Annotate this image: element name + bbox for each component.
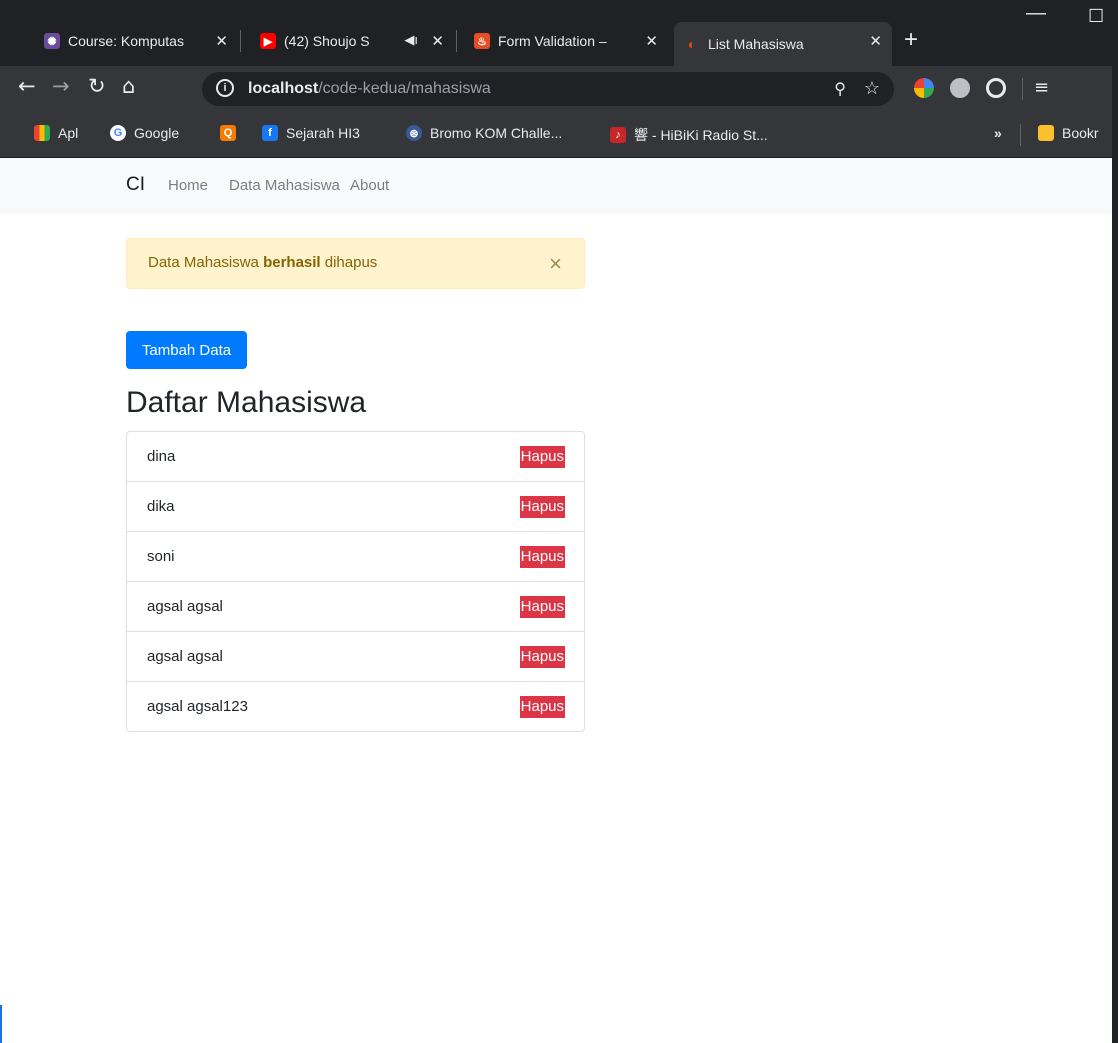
bookmark-hibiki[interactable]: ♪ 響 - HiBiKi Radio St... — [610, 125, 768, 145]
tab-strip: ✺ Course: Komputas ✕ ▶ (42) Shoujo S ◀ı … — [0, 0, 1118, 66]
extension-icon[interactable] — [914, 78, 934, 98]
page-title: Daftar Mahasiswa — [126, 386, 367, 419]
add-data-button[interactable]: Tambah Data — [126, 331, 247, 369]
tab-separator — [240, 30, 241, 52]
toolbar-separator — [1022, 78, 1023, 100]
url-path: /code-kedua/mahasiswa — [318, 80, 491, 97]
zoom-icon[interactable]: ⚲ — [834, 79, 846, 99]
tab-title: List Mahasiswa — [708, 36, 804, 52]
alert-text: dihapus — [320, 254, 378, 271]
site-navbar: CI Home Data Mahasiswa About — [0, 158, 1112, 214]
close-icon[interactable]: ✕ — [215, 32, 228, 50]
list-item: soni Hapus — [127, 532, 584, 582]
window-border — [1112, 0, 1118, 1043]
reload-icon[interactable]: ↻ — [88, 74, 106, 98]
student-name: soni — [147, 548, 175, 565]
student-name: agsal agsal123 — [147, 698, 248, 715]
delete-button[interactable]: Hapus — [519, 596, 565, 618]
sync-extension-icon[interactable] — [986, 78, 1006, 98]
close-icon[interactable]: ✕ — [869, 32, 882, 50]
delete-button[interactable]: Hapus — [519, 496, 565, 518]
apps-grid-icon — [34, 125, 50, 141]
globe-extension-icon[interactable] — [950, 78, 970, 98]
alert-close-button[interactable]: × — [549, 251, 562, 277]
google-icon: G — [110, 125, 126, 141]
audio-playing-icon[interactable]: ◀ı — [404, 32, 418, 48]
tab-course[interactable]: ✺ Course: Komputas ✕ — [34, 22, 238, 60]
tab-title: Form Validation – — [498, 33, 607, 49]
student-name: dina — [147, 448, 176, 465]
search-extension-icon: Q — [220, 125, 236, 141]
bookmark-apps[interactable]: Apl — [34, 125, 78, 141]
nav-link-data-mahasiswa[interactable]: Data Mahasiswa — [229, 177, 340, 194]
bookmark-folder[interactable]: Bookr — [1038, 125, 1099, 141]
home-icon[interactable]: ⌂ — [122, 74, 135, 98]
nav-link-about[interactable]: About — [350, 177, 389, 194]
bookmark-bromo[interactable]: ⊛ Bromo KOM Challe... — [406, 125, 562, 141]
student-list: dina Hapus dika Hapus soni Hapus agsal a… — [126, 431, 585, 732]
hibiki-icon: ♪ — [610, 127, 626, 143]
browser-chrome: ✺ Course: Komputas ✕ ▶ (42) Shoujo S ◀ı … — [0, 0, 1118, 158]
page-favicon-icon: ◐ — [684, 36, 700, 52]
folder-icon — [1038, 125, 1054, 141]
bookmark-sejarah[interactable]: f Sejarah HI3 — [262, 125, 360, 141]
page-content: CI Home Data Mahasiswa About Data Mahasi… — [0, 158, 1112, 1043]
list-item: dina Hapus — [127, 432, 584, 482]
bookmark-label: 響 - HiBiKi Radio St... — [634, 127, 768, 143]
navbar-brand[interactable]: CI — [126, 174, 145, 196]
facebook-icon: f — [262, 125, 278, 141]
bookmark-google[interactable]: G Google — [110, 125, 179, 141]
delete-button[interactable]: Hapus — [519, 446, 565, 468]
nav-link-home[interactable]: Home — [168, 177, 208, 194]
address-bar[interactable]: i localhost/code-kedua/mahasiswa ⚲ ☆ — [202, 72, 894, 106]
tab-separator — [456, 30, 457, 52]
browser-toolbar: ← → ↻ ⌂ i localhost/code-kedua/mahasiswa… — [0, 66, 1118, 112]
new-tab-button[interactable]: + — [904, 26, 918, 54]
delete-button[interactable]: Hapus — [519, 546, 565, 568]
list-item: agsal agsal123 Hapus — [127, 682, 584, 731]
list-item: agsal agsal Hapus — [127, 582, 584, 632]
delete-button[interactable]: Hapus — [519, 646, 565, 668]
bookmark-label: Bromo KOM Challe... — [430, 125, 563, 141]
codeigniter-icon: ♨ — [474, 33, 490, 49]
list-item: dika Hapus — [127, 482, 584, 532]
url-host: localhost — [248, 80, 319, 97]
info-icon[interactable]: i — [216, 79, 234, 97]
minimize-icon[interactable]: — — [1026, 2, 1046, 25]
delete-button[interactable]: Hapus — [519, 696, 565, 718]
youtube-icon: ▶ — [260, 33, 276, 49]
list-item: agsal agsal Hapus — [127, 632, 584, 682]
maximize-icon[interactable]: ☐ — [1088, 6, 1104, 27]
more-bookmarks-icon[interactable]: » — [994, 125, 1002, 141]
tab-youtube[interactable]: ▶ (42) Shoujo S ◀ı ✕ — [250, 22, 454, 60]
url-text[interactable]: localhost/code-kedua/mahasiswa — [248, 80, 491, 98]
student-name: dika — [147, 498, 175, 515]
close-icon[interactable]: ✕ — [431, 32, 444, 50]
student-name: agsal agsal — [147, 598, 223, 615]
student-name: agsal agsal — [147, 648, 223, 665]
bookmark-search-extension[interactable]: Q — [220, 125, 244, 141]
bookmarks-separator — [1020, 124, 1021, 146]
reading-list-icon[interactable]: ≡ — [1034, 77, 1049, 98]
strava-icon: ⊛ — [406, 125, 422, 141]
tab-title: (42) Shoujo S — [284, 33, 370, 49]
bookmark-label: Google — [134, 125, 180, 141]
bookmarks-bar: Apl G Google Q f Sejarah HI3 ⊛ Bromo KOM… — [0, 112, 1118, 158]
bookmark-star-icon[interactable]: ☆ — [864, 78, 880, 99]
bookmark-label: Bookr — [1062, 125, 1099, 141]
tab-form-validation[interactable]: ♨ Form Validation – ✕ — [464, 22, 668, 60]
alert-message: Data Mahasiswa berhasil dihapus — [148, 254, 377, 271]
bookmark-label: Apl — [58, 125, 79, 141]
back-icon[interactable]: ← — [18, 74, 36, 98]
tab-title: Course: Komputas — [68, 33, 184, 49]
alert-bold-text: berhasil — [263, 254, 321, 271]
alert-text: Data Mahasiswa — [148, 254, 264, 271]
success-alert: Data Mahasiswa berhasil dihapus × — [126, 238, 585, 289]
window-edge-accent — [0, 1005, 2, 1043]
bookmark-label: Sejarah HI3 — [286, 125, 360, 141]
close-icon[interactable]: ✕ — [645, 32, 658, 50]
forward-icon[interactable]: → — [52, 74, 70, 98]
course-favicon-icon: ✺ — [44, 33, 60, 49]
tab-list-mahasiswa[interactable]: ◐ List Mahasiswa ✕ — [674, 22, 892, 66]
